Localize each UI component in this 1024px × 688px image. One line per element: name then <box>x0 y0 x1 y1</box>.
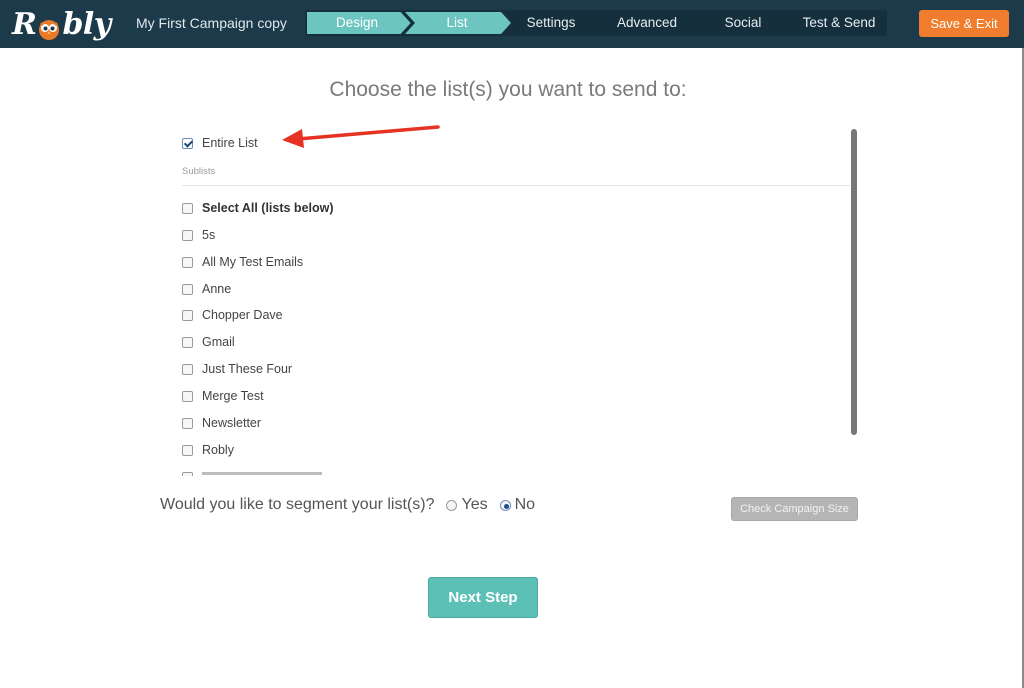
list-checkbox[interactable] <box>182 336 193 348</box>
list-checkbox[interactable] <box>182 363 193 375</box>
list-item-label: Gmail <box>202 335 235 349</box>
list-item-partial[interactable] <box>182 468 322 476</box>
list-item-label: Chopper Dave <box>202 308 283 322</box>
step-social[interactable]: Social <box>697 10 789 36</box>
list-item[interactable]: Newsletter <box>182 414 261 432</box>
select-all-checkbox[interactable] <box>182 202 193 214</box>
check-campaign-size-button[interactable]: Check Campaign Size <box>731 497 858 521</box>
list-item[interactable]: Robly <box>182 441 234 459</box>
top-navigation-bar: R bly My First Campaign copy Design List… <box>0 0 1024 48</box>
list-selection-panel[interactable]: Entire List Sublists Select All (lists b… <box>182 128 858 476</box>
list-item[interactable]: Merge Test <box>182 387 264 405</box>
select-all-option[interactable]: Select All (lists below) <box>182 199 334 217</box>
list-checkbox[interactable] <box>182 471 193 476</box>
list-item-label: All My Test Emails <box>202 255 304 269</box>
entire-list-checkbox[interactable] <box>182 137 193 149</box>
list-item[interactable]: 5s <box>182 226 215 244</box>
step-settings[interactable]: Settings <box>505 10 597 36</box>
list-item-label: Just These Four <box>202 362 293 376</box>
step-list[interactable]: List <box>409 10 505 36</box>
list-checkbox[interactable] <box>182 444 193 456</box>
list-item[interactable]: Anne <box>182 280 231 298</box>
list-item[interactable]: Gmail <box>182 333 235 351</box>
red-arrow-icon <box>282 125 440 148</box>
list-checkbox[interactable] <box>182 229 193 241</box>
wizard-steps: Design List Settings Advanced Social Tes… <box>305 10 887 36</box>
list-checkbox[interactable] <box>182 256 193 268</box>
owl-icon <box>37 14 61 40</box>
campaign-title: My First Campaign copy <box>136 15 287 31</box>
step-advanced[interactable]: Advanced <box>601 10 693 36</box>
list-item-label: Newsletter <box>202 416 262 430</box>
entire-list-label: Entire List <box>202 136 258 150</box>
robly-logo[interactable]: R bly <box>12 4 111 44</box>
list-item[interactable]: All My Test Emails <box>182 253 303 271</box>
list-checkbox[interactable] <box>182 283 193 295</box>
clipped-list-label <box>202 471 322 475</box>
list-item-label: Robly <box>202 443 234 457</box>
page-title: Choose the list(s) you want to send to: <box>329 78 687 101</box>
list-item[interactable]: Just These Four <box>182 360 292 378</box>
list-checkbox[interactable] <box>182 309 193 321</box>
list-item-label: Merge Test <box>202 389 264 403</box>
list-checkbox[interactable] <box>182 417 193 429</box>
select-all-label: Select All (lists below) <box>202 201 334 215</box>
segment-question-row: Would you like to segment your list(s)? … <box>160 496 535 514</box>
segment-no-label[interactable]: No <box>515 496 535 514</box>
list-scrollbar[interactable] <box>851 129 857 435</box>
entire-list-option[interactable]: Entire List <box>182 134 258 152</box>
segment-yes-radio[interactable] <box>446 499 458 511</box>
list-checkbox[interactable] <box>182 390 193 402</box>
next-step-button[interactable]: Next Step <box>428 577 538 618</box>
sublists-label: Sublists <box>182 166 216 177</box>
segment-no-radio[interactable] <box>499 499 511 511</box>
step-test-send[interactable]: Test & Send <box>793 10 885 36</box>
save-exit-button[interactable]: Save & Exit <box>919 10 1009 37</box>
list-item-label: Anne <box>202 282 232 296</box>
segment-yes-label[interactable]: Yes <box>461 496 487 514</box>
list-item-label: 5s <box>202 228 216 242</box>
list-item[interactable]: Chopper Dave <box>182 306 283 324</box>
divider <box>182 185 850 186</box>
step-design[interactable]: Design <box>309 10 405 36</box>
segment-question: Would you like to segment your list(s)? <box>160 496 435 513</box>
